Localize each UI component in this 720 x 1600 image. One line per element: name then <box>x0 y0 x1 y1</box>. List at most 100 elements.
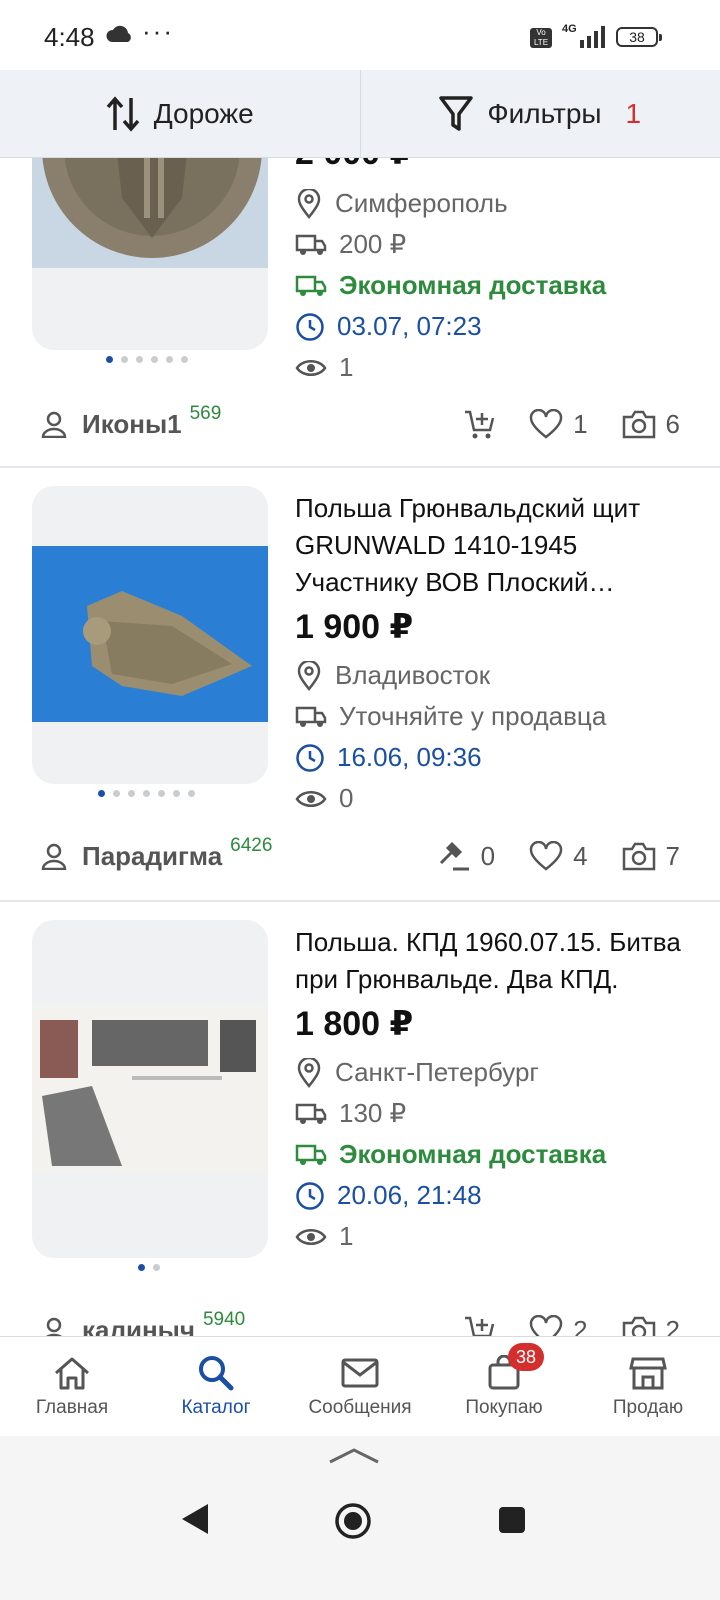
user-icon <box>41 843 67 870</box>
nav-buying[interactable]: 38 Покупаю <box>432 1337 576 1436</box>
seller-link[interactable]: Парадигма 6426 <box>40 835 272 872</box>
eye-icon <box>295 359 327 376</box>
seller-rating: 569 <box>189 403 222 424</box>
camera-icon <box>622 842 655 871</box>
nav-buying-label: Покупаю <box>465 1397 543 1418</box>
recent-apps-icon[interactable] <box>498 1506 526 1534</box>
sort-button[interactable]: Дороже <box>0 70 361 157</box>
sort-arrows-icon <box>106 95 140 132</box>
listing-delivery: Экономная доставка <box>339 1139 607 1169</box>
network-type: 4G <box>562 23 577 35</box>
location-pin-icon <box>297 1057 321 1088</box>
camera-icon <box>622 1316 655 1336</box>
store-icon <box>629 1357 667 1390</box>
nav-messages-label: Сообщения <box>308 1397 412 1418</box>
listing-delivery-row: Экономная доставка <box>295 1134 695 1175</box>
seller-name: Иконы1 <box>82 408 182 439</box>
listing-image[interactable] <box>32 486 268 784</box>
nav-home[interactable]: Главная <box>0 1337 144 1436</box>
cloud-icon <box>106 25 131 42</box>
clock-icon <box>296 312 324 341</box>
listing-feed[interactable]: 2 000 ₽ Симферополь 200 ₽ Экономная дост… <box>0 158 720 1336</box>
listing-date: 16.06, 09:36 <box>337 742 482 772</box>
photos-button[interactable]: 2 <box>622 1315 680 1336</box>
back-icon[interactable] <box>180 1502 210 1536</box>
listing-city: Симферополь <box>335 188 508 218</box>
cart-plus-icon <box>465 1316 495 1336</box>
status-more-dots: ··· <box>142 16 174 46</box>
location-pin-icon <box>297 660 321 691</box>
nav-selling[interactable]: Продаю <box>576 1337 720 1436</box>
listing-image[interactable] <box>32 158 268 350</box>
listing-image[interactable] <box>32 920 268 1258</box>
truck-icon <box>295 1103 327 1124</box>
home-button-icon[interactable] <box>334 1502 372 1540</box>
mail-icon <box>341 1358 379 1388</box>
listing-views: 1 <box>339 1221 354 1251</box>
volte-icon: Vo LTE <box>530 28 552 48</box>
buying-badge: 38 <box>508 1343 544 1371</box>
heart-icon <box>529 1315 563 1336</box>
listing-footer: Парадигма 6426 0 4 7 <box>40 835 680 876</box>
photos-button[interactable]: 6 <box>622 409 680 440</box>
nav-messages[interactable]: Сообщения <box>288 1337 432 1436</box>
eye-icon <box>295 790 327 807</box>
listing-shipping: Уточняйте у продавца <box>339 701 607 731</box>
nav-selling-label: Продаю <box>612 1397 684 1418</box>
seller-link[interactable]: Иконы1 569 <box>40 403 221 440</box>
truck-icon <box>295 1144 327 1165</box>
listing-shipping-row: 130 ₽ <box>295 1093 695 1134</box>
filter-label: Фильтры <box>487 97 602 129</box>
eye-icon <box>295 1228 327 1245</box>
truck-icon <box>295 706 327 727</box>
listing-card[interactable]: Польша. КПД 1960.07.15. Битва при Грюнва… <box>0 902 720 1336</box>
chevron-up-icon[interactable] <box>328 1446 380 1466</box>
image-pager-dots <box>98 790 195 797</box>
favorite-button[interactable]: 1 <box>529 408 588 440</box>
listing-date: 03.07, 07:23 <box>337 311 482 341</box>
listing-title[interactable]: Польша Грюнвальдский щит GRUNWALD 1410-1… <box>295 490 695 601</box>
listing-shipping: 130 ₽ <box>339 1098 407 1128</box>
seller-link[interactable]: калиныч 5940 <box>40 1309 245 1336</box>
clock-icon <box>296 743 324 772</box>
truck-icon <box>295 275 327 296</box>
listing-title[interactable]: Польша. КПД 1960.07.15. Битва при Грюнва… <box>295 924 695 998</box>
listing-city-row: Санкт-Петербург <box>295 1052 695 1093</box>
auction-bids-button[interactable]: 0 <box>437 839 495 873</box>
status-bar: 4:48 ··· Vo LTE 4G 38 <box>0 0 720 70</box>
listing-delivery-row: Экономная доставка <box>295 265 695 306</box>
bids-count: 0 <box>480 840 496 871</box>
clock-icon <box>296 1181 324 1210</box>
user-icon <box>41 411 67 438</box>
likes-count: 1 <box>573 408 588 439</box>
listing-views: 0 <box>339 783 354 813</box>
filter-button[interactable]: Фильтры 1 <box>361 70 720 157</box>
nav-catalog[interactable]: Каталог <box>144 1337 288 1436</box>
photos-button[interactable]: 7 <box>622 841 680 872</box>
favorite-button[interactable]: 4 <box>529 841 588 872</box>
listing-views-row: 0 <box>295 778 695 819</box>
filter-funnel-icon <box>439 95 474 131</box>
signal-icon <box>580 26 605 48</box>
listing-city-row: Владивосток <box>295 655 695 696</box>
cart-plus-icon <box>465 410 495 439</box>
search-icon <box>199 1356 234 1391</box>
favorite-button[interactable]: 2 <box>529 1314 588 1337</box>
listing-shipping-row: 200 ₽ <box>295 224 695 265</box>
add-to-cart-button[interactable] <box>463 408 495 440</box>
listing-delivery: Экономная доставка <box>339 270 607 300</box>
seller-rating: 6426 <box>230 835 273 856</box>
listing-price: 1 900 ₽ <box>295 608 414 646</box>
listing-card[interactable]: 2 000 ₽ Симферополь 200 ₽ Экономная дост… <box>0 158 720 468</box>
photos-count: 7 <box>665 840 680 871</box>
listing-city-row: Симферополь <box>295 183 695 224</box>
camera-icon <box>622 410 655 439</box>
listing-shipping-row: Уточняйте у продавца <box>295 696 695 737</box>
listing-price: 2 000 ₽ <box>295 158 695 173</box>
add-to-cart-button[interactable] <box>463 1314 495 1336</box>
likes-count: 2 <box>573 1314 588 1337</box>
sort-filter-bar: Дороже Фильтры 1 <box>0 70 720 158</box>
nav-catalog-label: Каталог <box>181 1397 251 1418</box>
listing-views-row: 1 <box>295 347 695 388</box>
listing-card[interactable]: Польша Грюнвальдский щит GRUNWALD 1410-1… <box>0 468 720 902</box>
